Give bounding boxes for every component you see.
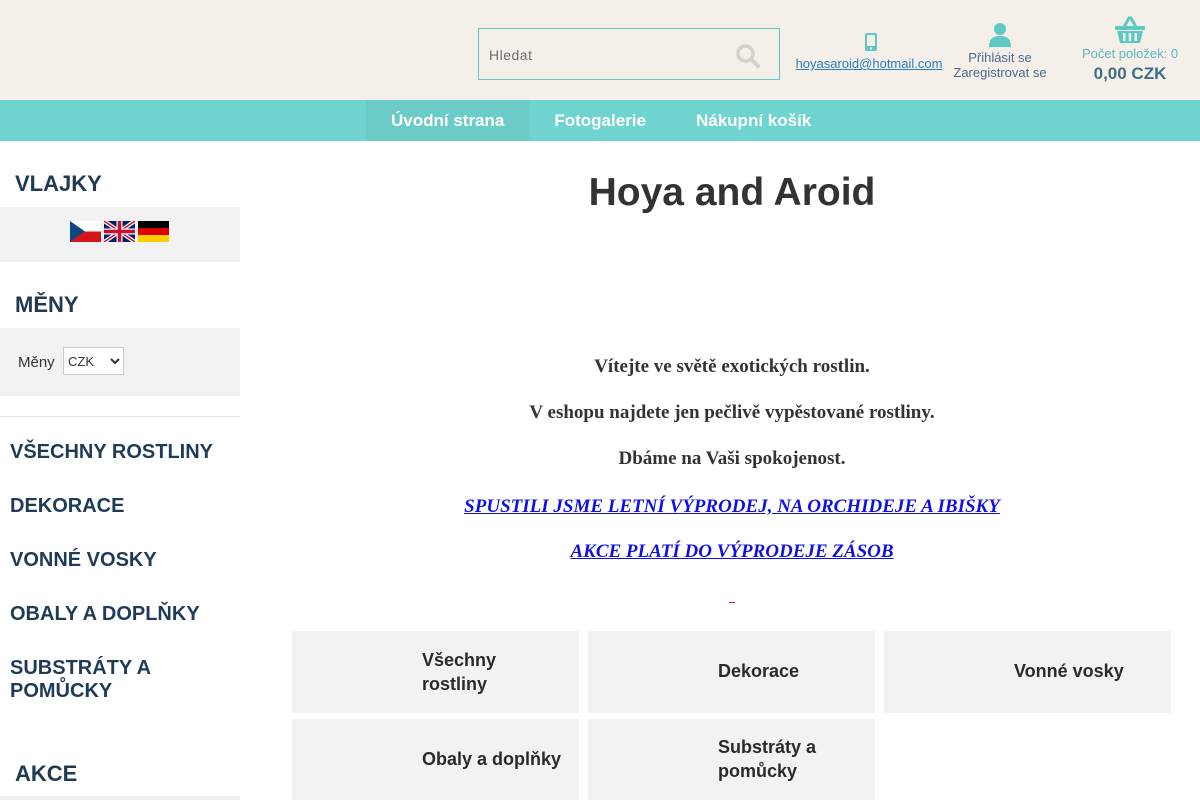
header: hoyasaroid@hotmail.com Přihlásit se Zare… [0, 0, 1200, 100]
tile-label: Všechny rostliny [422, 650, 497, 694]
tile-label: Substráty a pomůcky [718, 737, 817, 781]
category-tile-all-plants[interactable]: Všechny rostliny [292, 631, 579, 713]
currency-heading: MĚNY [15, 292, 79, 317]
cart-total: 0,00 CZK [1093, 64, 1167, 83]
category-tile-scented-waxes[interactable]: Vonné vosky [884, 631, 1171, 713]
search-input[interactable] [489, 43, 719, 67]
nav-item-cart[interactable]: Nákupní košík [671, 100, 836, 141]
currency-box: Měny CZK [0, 328, 240, 396]
tile-label: Dekorace [718, 661, 800, 681]
tile-label: Obaly a doplňky [422, 749, 562, 769]
sale-box [0, 796, 240, 800]
tile-label: Vonné vosky [1014, 661, 1124, 681]
category-tile-pots-accessories[interactable]: Obaly a doplňky [292, 719, 579, 800]
account-block: Přihlásit se Zaregistrovat se [948, 22, 1052, 80]
register-link[interactable]: Zaregistrovat se [948, 65, 1052, 80]
category-tile-decorations[interactable]: Dekorace [588, 631, 875, 713]
main-content: Hoya and Aroid Vítejte ve světě exotický… [240, 141, 1200, 800]
main-nav: Úvodní strana Fotogalerie Nákupní košík [0, 100, 1200, 141]
cart-block[interactable]: Počet položek: 0 0,00 CZK [1074, 16, 1186, 84]
sidebar-categories: VŠECHNY ROSTLINY DEKORACE VONNÉ VOSKY OB… [10, 441, 235, 734]
login-link[interactable]: Přihlásit se [948, 50, 1052, 65]
contact-block: hoyasaroid@hotmail.com [796, 32, 946, 71]
basket-icon [1115, 16, 1145, 43]
search-box [478, 28, 780, 80]
welcome-line: V eshopu najdete jen pečlivě vypěstované… [529, 402, 935, 423]
phone-icon [865, 33, 877, 51]
sidebar-item-pots-accessories[interactable]: OBALY A DOPLŇKY [10, 603, 235, 626]
welcome-line: Dbáme na Vaši spokojenost. [618, 448, 846, 469]
promo-link[interactable]: SPUSTILI JSME LETNÍ VÝPRODEJ, NA ORCHIDE… [240, 496, 1200, 518]
sale-heading: AKCE [15, 761, 78, 786]
sidebar-item-scented-waxes[interactable]: VONNÉ VOSKY [10, 549, 235, 572]
search-button[interactable] [735, 43, 761, 69]
email-link[interactable]: hoyasaroid@hotmail.com [795, 56, 943, 71]
currency-label: Měny [18, 354, 55, 371]
nav-item-gallery[interactable]: Fotogalerie [529, 100, 671, 141]
page-title: Hoya and Aroid [588, 171, 876, 214]
search-icon [736, 44, 760, 68]
flag-gb-icon[interactable] [104, 221, 135, 242]
flag-cz-icon[interactable] [70, 221, 101, 242]
promo-link[interactable]: AKCE PLATÍ DO VÝPRODEJE ZÁSOB [240, 541, 1200, 563]
welcome-line: Vítejte ve světě exotických rostlin. [594, 356, 870, 377]
decorative-mark [729, 602, 735, 603]
category-tile-substrates-tools[interactable]: Substráty a pomůcky [588, 719, 875, 800]
sidebar: VLAJKY MĚNY Měny CZK VŠECHNY ROSTLINY DE… [0, 141, 240, 800]
sidebar-item-all-plants[interactable]: VŠECHNY ROSTLINY [10, 441, 235, 464]
user-icon [989, 23, 1011, 47]
cart-count: Počet položek: 0 [1081, 46, 1179, 61]
sidebar-item-decorations[interactable]: DEKORACE [10, 495, 235, 518]
flags-heading: VLAJKY [15, 171, 102, 196]
flags-box [0, 207, 240, 262]
sidebar-divider [0, 416, 240, 417]
sidebar-item-substrates-tools[interactable]: SUBSTRÁTY A POMŮCKY [10, 657, 235, 703]
nav-item-home[interactable]: Úvodní strana [366, 100, 530, 141]
flag-de-icon[interactable] [138, 221, 169, 242]
currency-select[interactable]: CZK [63, 347, 124, 375]
